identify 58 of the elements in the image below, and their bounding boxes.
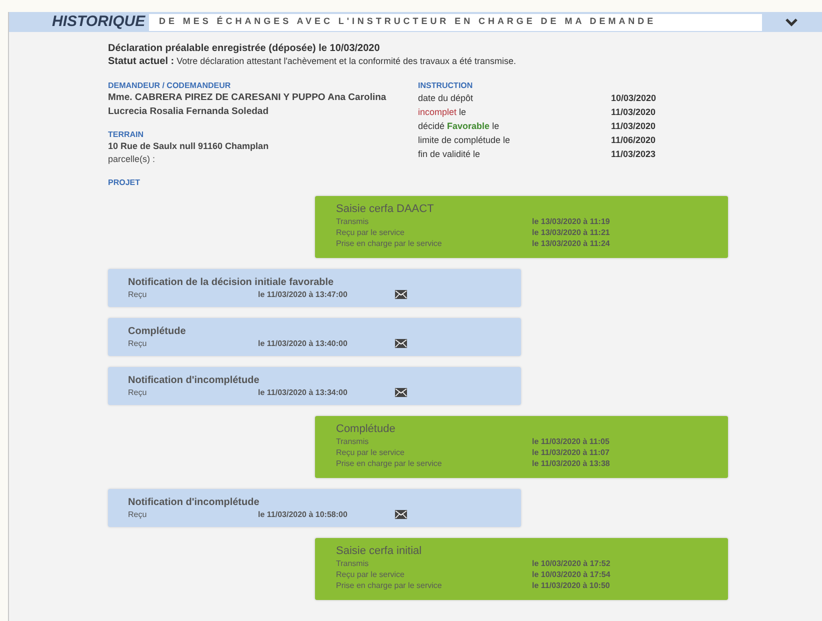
event-date: le 13/03/2020 à 11:21: [532, 227, 610, 238]
event-label: Prise en charge par le service: [336, 458, 443, 469]
event-label: Reçu par le service: [336, 569, 406, 580]
parcels-label: parcelle(s) :: [108, 153, 156, 166]
envelope-icon[interactable]: [395, 339, 407, 348]
event-label: Reçu par le service: [336, 447, 406, 458]
message-title: Complétude: [336, 423, 396, 436]
event-date: le 11/03/2020 à 13:47:00: [258, 289, 348, 300]
section-heading: INSTRUCTION: [418, 80, 474, 91]
event-label: Transmis: [336, 558, 370, 569]
section-subtitle: DE MES ÉCHANGES AVEC L'INSTRUCTEUR EN CHARGE DE MA DEMANDE: [149, 14, 762, 30]
instruction-label: incomplet le: [418, 106, 468, 119]
event-date: le 11/03/2020 à 13:38: [532, 458, 610, 469]
instruction-date: 11/03/2023: [611, 148, 656, 161]
event-date: le 11/03/2020 à 13:40:00: [258, 338, 348, 349]
message-title: Notification d'incomplétude: [128, 374, 260, 387]
event-label: Reçu: [128, 509, 148, 520]
instruction-date: 10/03/2020: [611, 92, 656, 105]
event-date: le 10/03/2020 à 17:54: [532, 569, 610, 580]
event-date: le 11/03/2020 à 10:50: [532, 580, 610, 591]
event-date: le 10/03/2020 à 17:52: [532, 558, 610, 569]
message-title: Notification d'incomplétude: [128, 496, 260, 509]
event-date: le 13/03/2020 à 11:24: [532, 238, 610, 249]
instruction-label: limite de complétude le: [418, 134, 512, 147]
event-label: Reçu: [128, 338, 148, 349]
address-text: 10 Rue de Saulx null 91160 Champlan: [108, 140, 270, 153]
event-label: Reçu: [128, 387, 148, 398]
event-label: Reçu: [128, 289, 148, 300]
section-title: HISTORIQUE: [52, 12, 146, 32]
event-label: Transmis: [336, 436, 370, 447]
instruction-date: 11/03/2020: [611, 120, 656, 133]
event-label: Prise en charge par le service: [336, 580, 443, 591]
instruction-label: fin de validité le: [418, 148, 482, 161]
event-date: le 11/03/2020 à 11:07: [532, 447, 610, 458]
section-heading: DEMANDEUR / CODEMANDEUR: [108, 80, 232, 91]
instruction-label: décidé Favorable le: [418, 120, 500, 133]
message-title: Complétude: [128, 325, 187, 338]
message-title: Saisie cerfa initial: [336, 545, 423, 558]
message-title: Notification de la décision initiale favorable: [128, 276, 335, 289]
event-date: le 11/03/2020 à 10:58:00: [258, 509, 348, 520]
event-label: Prise en charge par le service: [336, 238, 443, 249]
section-heading: PROJET: [108, 177, 142, 188]
declaration-text: Déclaration préalable enregistrée (déposée) le 10/03/2020: [108, 42, 381, 55]
event-label: Reçu par le service: [336, 227, 406, 238]
envelope-icon[interactable]: [395, 388, 407, 397]
status-text: Statut actuel : Votre déclaration attestant l'achèvement et la conformité des travaux a été transmise.: [108, 55, 518, 68]
event-label: Transmis: [336, 216, 370, 227]
envelope-icon[interactable]: [395, 290, 407, 299]
section-heading: TERRAIN: [108, 129, 145, 140]
event-date: le 11/03/2020 à 11:05: [532, 436, 610, 447]
applicant-name: Mme. CABRERA PIREZ DE CARESANI Y PUPPO Ana Carolina Lucrecia Rosalia Fernanda Soledad: [108, 91, 388, 119]
message-title: Saisie cerfa DAACT: [336, 203, 435, 216]
instruction-date: 11/06/2020: [611, 134, 656, 147]
event-date: le 13/03/2020 à 11:19: [532, 216, 610, 227]
instruction-label: date du dépôt: [418, 92, 474, 105]
instruction-date: 11/03/2020: [611, 106, 656, 119]
event-date: le 11/03/2020 à 13:34:00: [258, 387, 348, 398]
envelope-icon[interactable]: [395, 510, 407, 519]
